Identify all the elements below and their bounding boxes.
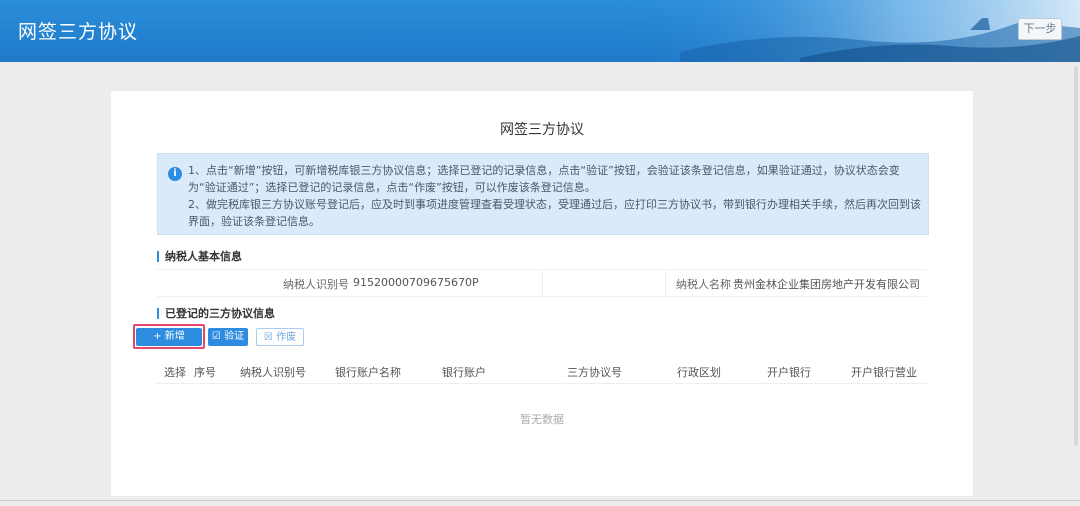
agreement-card: 网签三方协议 i 1、点击“新增”按钮，可新增税库银三方协议信息；选择已登记的记… xyxy=(111,91,973,496)
page-scrollbar[interactable] xyxy=(1074,66,1078,446)
column-opening-bank-branch: 开户银行营业 xyxy=(851,366,917,379)
empty-table-message: 暂无数据 xyxy=(520,413,564,426)
taxpayer-id-value: 91520000709675670P xyxy=(353,276,479,289)
agreements-table-header: 选择 序号 纳税人识别号 银行账户名称 银行账户 三方协议号 行政区划 开户银行… xyxy=(157,359,927,384)
taxpayer-name-label: 纳税人名称 xyxy=(676,278,731,291)
app-title: 网签三方协议 xyxy=(18,21,139,43)
notice-line-2: 2、做完税库银三方协议账号登记后，应及时到事项进度管理查看受理状态，受理通过后，… xyxy=(188,198,921,228)
taxpayer-id-label: 纳税人识别号 xyxy=(283,278,349,291)
cell-divider xyxy=(542,270,543,296)
column-agreement-number: 三方协议号 xyxy=(567,366,622,379)
add-button[interactable]: + 新增 xyxy=(136,328,202,346)
instruction-notice: i 1、点击“新增”按钮，可新增税库银三方协议信息；选择已登记的记录信息，点击“… xyxy=(157,153,929,235)
taxpayer-info-row: 纳税人识别号 91520000709675670P 纳税人名称 贵州金林企业集团… xyxy=(157,269,927,297)
column-bank-account: 银行账户 xyxy=(442,366,486,379)
bottom-divider xyxy=(0,500,1080,501)
next-step-button[interactable]: 下一步 xyxy=(1018,18,1062,40)
info-icon: i xyxy=(168,167,182,181)
column-admin-region: 行政区划 xyxy=(677,366,721,379)
page-title: 网签三方协议 xyxy=(500,122,584,138)
column-taxpayer-id: 纳税人识别号 xyxy=(240,366,306,379)
verify-button[interactable]: ☑ 验证 xyxy=(208,328,248,346)
great-wall-banner-decoration xyxy=(620,0,1080,62)
column-bank-account-name: 银行账户名称 xyxy=(335,366,401,379)
column-select: 选择 xyxy=(164,366,186,379)
column-opening-bank: 开户银行 xyxy=(767,366,811,379)
top-header: 网签三方协议 下一步 xyxy=(0,0,1080,62)
column-index: 序号 xyxy=(194,366,216,379)
cell-divider xyxy=(665,270,666,296)
void-button[interactable]: ☒ 作废 xyxy=(256,328,304,346)
agreements-section-title: 已登记的三方协议信息 xyxy=(157,308,275,319)
taxpayer-section-title: 纳税人基本信息 xyxy=(157,251,242,262)
taxpayer-name-value: 贵州金林企业集团房地产开发有限公司 xyxy=(733,278,920,291)
notice-line-1: 1、点击“新增”按钮，可新增税库银三方协议信息；选择已登记的记录信息，点击“验证… xyxy=(188,164,900,194)
